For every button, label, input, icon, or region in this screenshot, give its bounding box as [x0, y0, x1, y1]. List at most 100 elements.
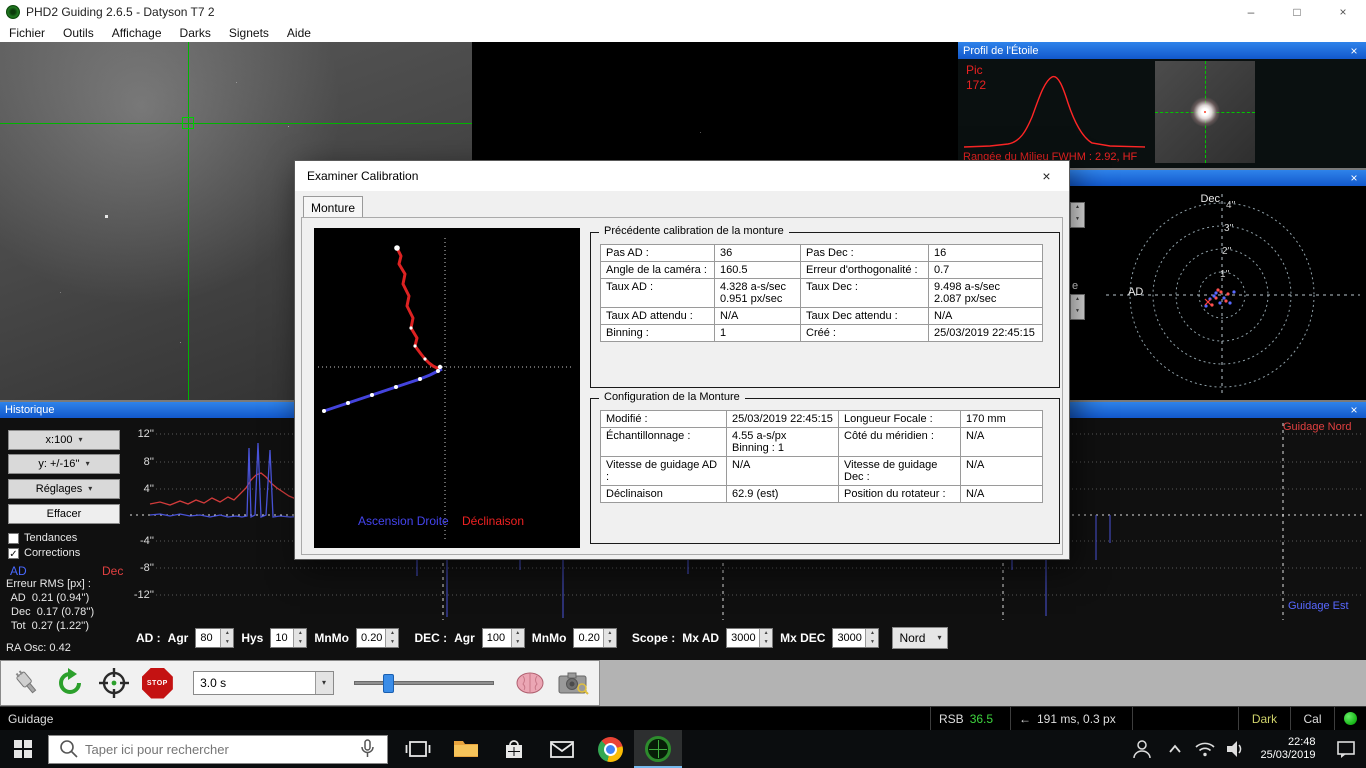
task-view-button[interactable]: [394, 730, 442, 768]
exposure-dropdown-button[interactable]: ▾: [314, 672, 333, 694]
y-scale-label: y: +/-16'': [38, 458, 80, 470]
spinner[interactable]: ▲ ▼: [1071, 203, 1084, 227]
max-ra-duration-value: 3000: [731, 632, 756, 644]
minimize-button[interactable]: –: [1228, 0, 1274, 24]
volume-tray-button[interactable]: [1220, 730, 1250, 768]
cell: N/A: [928, 307, 1043, 325]
guide-button[interactable]: [96, 663, 132, 703]
connect-equipment-button[interactable]: [9, 663, 45, 703]
window-titlebar: PHD2 Guiding 2.6.5 - Datyson T7 2 – □ ×: [0, 0, 1366, 24]
menu-fichier[interactable]: Fichier: [0, 26, 54, 40]
taskbar-search[interactable]: [48, 734, 388, 764]
camera-settings-button[interactable]: [555, 663, 591, 703]
spinner-up-icon: ▲: [515, 630, 521, 636]
tab-monture[interactable]: Monture: [303, 196, 363, 218]
x-scale-button[interactable]: x:100 ▾: [8, 430, 120, 450]
loop-exposures-button[interactable]: [53, 663, 89, 703]
windows-logo-icon: [14, 740, 32, 758]
star-thumbnail-image: [1155, 61, 1255, 163]
spinner-up-icon: ▲: [1075, 204, 1080, 210]
spinner[interactable]: ▲ ▼: [759, 629, 773, 647]
maximize-button[interactable]: □: [1274, 0, 1320, 24]
y-tick-neg8: -8'': [140, 562, 154, 574]
spinner-up-icon: ▲: [869, 630, 875, 636]
people-button[interactable]: [1124, 730, 1160, 768]
dec-aggression-input[interactable]: 100 ▲ ▼: [481, 628, 525, 648]
hysteresis-input[interactable]: 10 ▲ ▼: [270, 628, 308, 648]
menu-aide[interactable]: Aide: [278, 26, 320, 40]
cell: N/A: [714, 307, 801, 325]
stars: [0, 42, 1, 43]
spinner[interactable]: ▲ ▼: [510, 629, 524, 647]
menu-signets[interactable]: Signets: [220, 26, 278, 40]
microphone-icon[interactable]: [355, 737, 379, 761]
spinner[interactable]: ▲ ▼: [602, 629, 616, 647]
spinner[interactable]: ▲ ▼: [220, 629, 234, 647]
dec-minmove-input[interactable]: 0.20 ▲ ▼: [573, 628, 617, 648]
trend-checkbox[interactable]: [8, 532, 19, 544]
slider-thumb[interactable]: [382, 674, 394, 693]
ring-label-4: 4'': [1226, 200, 1236, 211]
menu-darks[interactable]: Darks: [171, 26, 220, 40]
store-button[interactable]: [490, 730, 538, 768]
close-icon: ×: [1042, 168, 1051, 184]
spinner[interactable]: ▲ ▼: [865, 629, 879, 647]
settings-button[interactable]: Réglages ▾: [8, 479, 120, 499]
chevron-up-icon: [1169, 744, 1181, 753]
corrections-checkbox-row[interactable]: ✓ Corrections: [8, 547, 80, 560]
menu-affichage[interactable]: Affichage: [103, 26, 171, 40]
status-bar: Guidage RSB 36.5 ← 191 ms, 0.3 px Dark C…: [0, 706, 1366, 730]
spinner[interactable]: ▲ ▼: [293, 629, 307, 647]
cell: Longueur Focale :: [838, 410, 961, 428]
clear-button[interactable]: Effacer: [8, 504, 120, 524]
search-input[interactable]: [85, 741, 355, 757]
close-icon[interactable]: ×: [1347, 171, 1361, 185]
y-tick-neg12: -12'': [133, 589, 154, 601]
start-button[interactable]: [0, 730, 46, 768]
close-icon[interactable]: ×: [1347, 403, 1361, 417]
ring-label-3: 3'': [1224, 223, 1234, 234]
ra-osc: RA Osc: 0.42: [6, 642, 71, 654]
dialog-titlebar[interactable]: Examiner Calibration ×: [295, 161, 1069, 191]
dialog-close-button[interactable]: ×: [1024, 161, 1069, 191]
target-zoom-spinner-bottom[interactable]: ▲ ▼: [1070, 294, 1085, 320]
action-center-button[interactable]: [1326, 730, 1366, 768]
rsb-value: 36.5: [969, 711, 994, 726]
trend-checkbox-row[interactable]: Tendances: [8, 532, 77, 544]
y-scale-button[interactable]: y: +/-16'' ▾: [8, 454, 120, 474]
clear-label: Effacer: [46, 508, 82, 520]
chrome-button[interactable]: [586, 730, 634, 768]
advanced-settings-button[interactable]: [512, 663, 548, 703]
menu-outils[interactable]: Outils: [54, 26, 103, 40]
target-zoom-spinner-top[interactable]: ▲ ▼: [1070, 202, 1085, 228]
spinner-down-icon: ▼: [1075, 308, 1080, 314]
file-explorer-button[interactable]: [442, 730, 490, 768]
dialog-title: Examiner Calibration: [307, 169, 419, 183]
ad-minmove-input[interactable]: 0.20 ▲ ▼: [356, 628, 400, 648]
cell: 160.5: [714, 261, 801, 279]
mail-button[interactable]: [538, 730, 586, 768]
spinner[interactable]: ▲ ▼: [385, 629, 399, 647]
close-icon[interactable]: ×: [1347, 44, 1361, 58]
close-button[interactable]: ×: [1320, 0, 1366, 24]
gamma-slider[interactable]: [353, 674, 494, 693]
cell: N/A: [960, 456, 1043, 486]
max-dec-duration-input[interactable]: 3000 ▲ ▼: [832, 628, 880, 648]
phd2-taskbar-button[interactable]: [634, 730, 682, 768]
tray-expand-button[interactable]: [1160, 730, 1190, 768]
corrections-checkbox[interactable]: ✓: [8, 547, 19, 560]
dec-guide-mode-dropdown[interactable]: Nord ▾: [892, 627, 949, 649]
ad-aggression-input[interactable]: 80 ▲ ▼: [195, 628, 235, 648]
clock[interactable]: 22:48 25/03/2019: [1250, 730, 1326, 768]
stop-button[interactable]: STOP: [140, 663, 176, 703]
exposure-dropdown[interactable]: 3.0 s ▾: [193, 671, 334, 695]
folder-icon: [454, 741, 478, 757]
search-icon: [60, 740, 78, 758]
spinner-down-icon: ▼: [389, 639, 395, 645]
spinner[interactable]: ▲ ▼: [1071, 295, 1084, 319]
main-toolbar: STOP 3.0 s ▾: [0, 660, 1366, 706]
max-ra-duration-input[interactable]: 3000 ▲ ▼: [726, 628, 774, 648]
star-profile-caption[interactable]: Profil de l'Étoile ×: [958, 42, 1366, 59]
network-tray-button[interactable]: [1190, 730, 1220, 768]
stop-label: STOP: [146, 679, 168, 687]
